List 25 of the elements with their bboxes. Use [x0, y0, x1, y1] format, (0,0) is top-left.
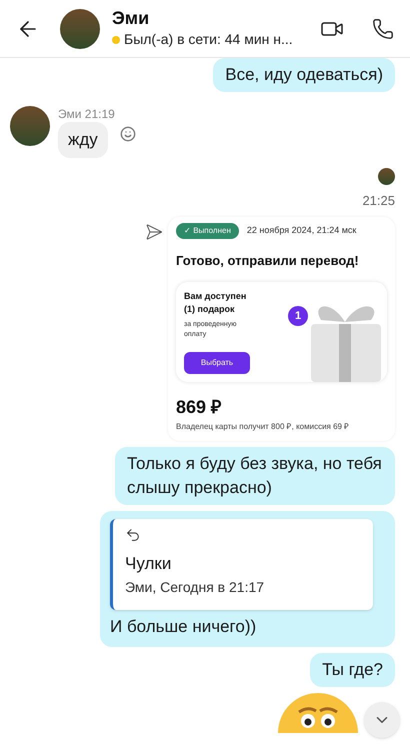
- receipt-title: Готово, отправили перевод!: [176, 252, 360, 270]
- choose-button[interactable]: Выбрать: [184, 352, 250, 374]
- contact-avatar: [10, 106, 50, 146]
- outgoing-message: Ты где?: [310, 653, 395, 687]
- receipt-date: 22 ноября 2024, 21:24 мск: [246, 224, 356, 237]
- read-receipt-avatar: [378, 168, 395, 185]
- quoted-text: Чулки: [125, 553, 172, 575]
- message-time: 21:25: [362, 192, 395, 210]
- message-meta: Эми 21:19: [58, 106, 116, 122]
- amount: 869 ₽: [176, 396, 222, 419]
- contact-name: Эми: [112, 7, 150, 29]
- gift-count-badge: 1: [288, 306, 308, 326]
- status-badge: ✓ Выполнен: [176, 222, 239, 238]
- outgoing-message: Все, иду одеваться): [213, 58, 395, 92]
- quoted-meta: Эми, Сегодня в 21:17: [125, 578, 266, 597]
- phone-icon[interactable]: [372, 18, 394, 40]
- contact-avatar: [60, 8, 100, 48]
- reply-text: И больше ничего)): [110, 616, 258, 638]
- gift-title: Вам доступен (1) подарок: [184, 290, 248, 316]
- commission-note: Владелец карты получит 800 ₽, комиссия 69 ₽: [176, 421, 350, 433]
- incoming-message: жду: [58, 122, 108, 158]
- emoji-reaction-icon[interactable]: [120, 126, 136, 142]
- last-seen-status: Был(-а) в сети: 44 мин н...: [124, 30, 293, 49]
- reply-arrow-icon: [125, 527, 141, 543]
- outgoing-message: Только я буду без звука, но тебя слышу прекрасно): [115, 447, 395, 505]
